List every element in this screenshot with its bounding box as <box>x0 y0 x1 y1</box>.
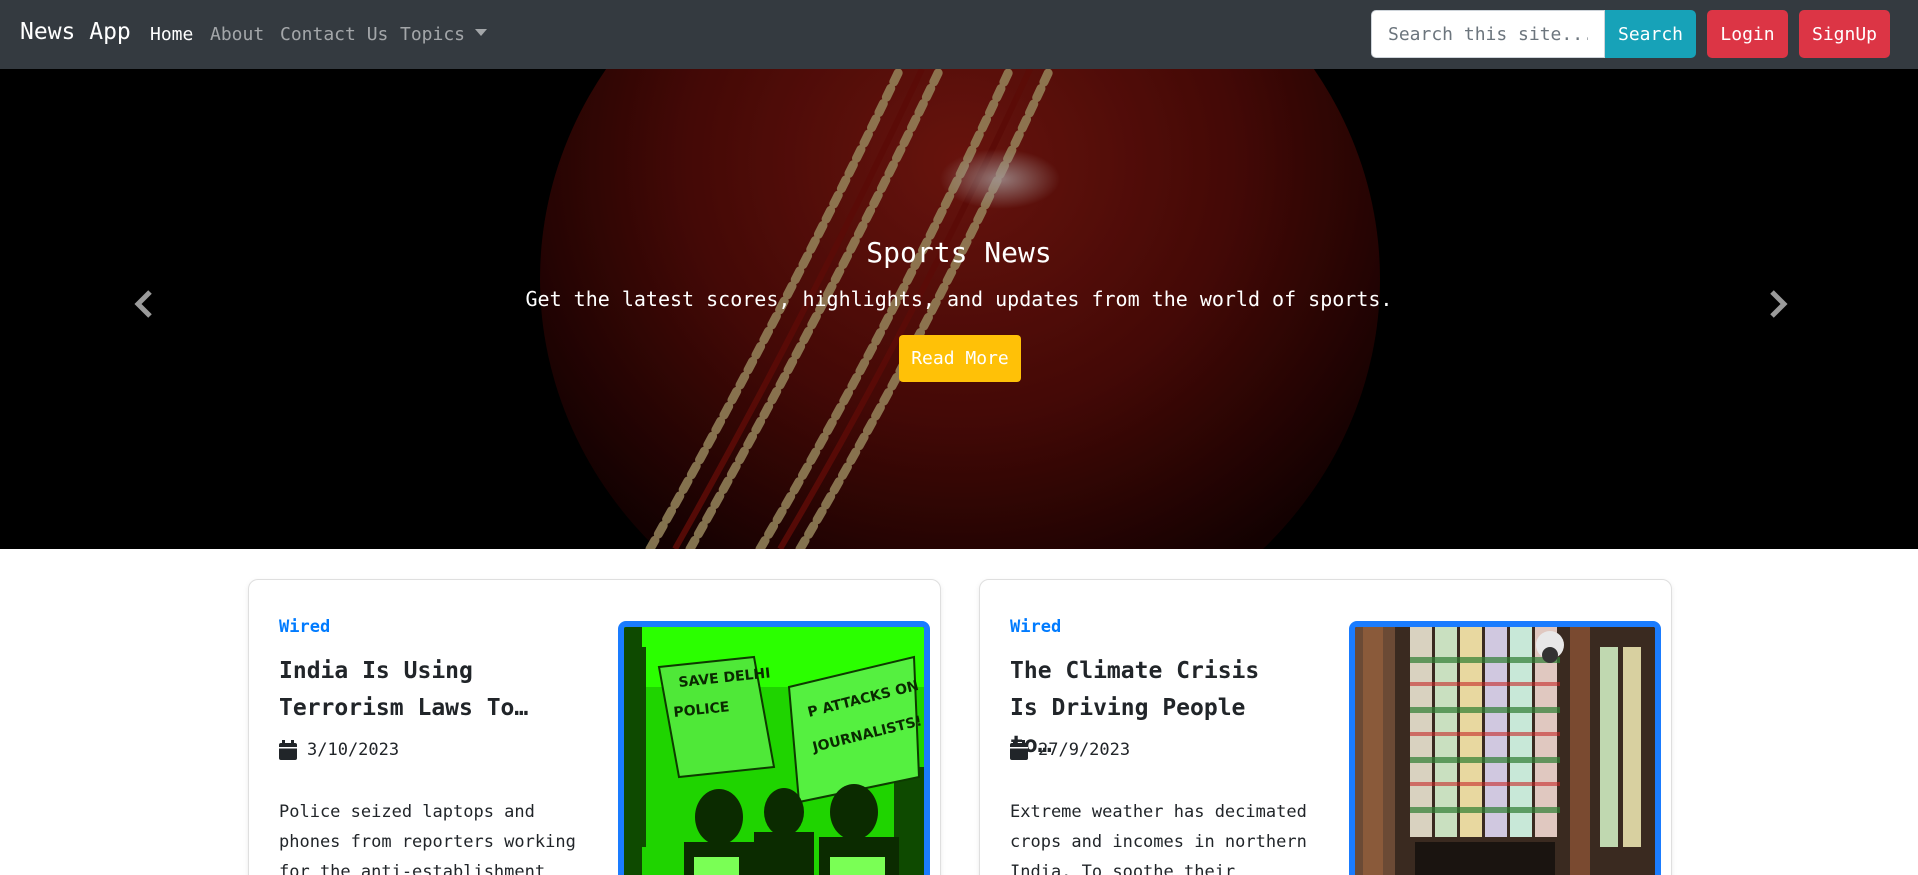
nav-link-home[interactable]: Home <box>150 24 193 45</box>
caret-down-icon <box>475 29 488 36</box>
login-button[interactable]: Login <box>1707 10 1788 58</box>
chevron-left-icon <box>134 290 152 318</box>
article-date: 27/9/2023 <box>1010 740 1130 760</box>
news-card: Wired India Is Using Terrorism Laws To… … <box>248 579 941 875</box>
article-date-text: 27/9/2023 <box>1038 740 1131 760</box>
nav-link-topics-label: Topics <box>400 24 466 45</box>
article-description: Police seized laptops and phones from re… <box>279 802 576 875</box>
news-card: Wired The Climate Crisis Is Driving Peop… <box>979 579 1672 875</box>
article-image[interactable] <box>1349 621 1661 875</box>
lottery-stall-image <box>1355 627 1655 875</box>
navbar: News App Home About Contact Us Topics Se… <box>0 0 1918 69</box>
brand-logo[interactable]: News App <box>20 19 131 45</box>
article-date-text: 3/10/2023 <box>307 740 400 760</box>
calendar-icon <box>279 740 297 760</box>
nav-dropdown-topics[interactable]: Topics <box>400 24 488 45</box>
search-button[interactable]: Search <box>1605 10 1696 58</box>
article-image[interactable]: SAVE DELHI POLICE P ATTACKS ON JOURNALIS… <box>618 621 930 875</box>
chevron-right-icon <box>1770 290 1788 318</box>
nav-link-about[interactable]: About <box>210 24 264 45</box>
article-source: Wired <box>279 617 331 637</box>
search-input[interactable] <box>1371 10 1605 58</box>
article-title[interactable]: India Is Using Terrorism Laws To… <box>279 653 569 727</box>
article-source: Wired <box>1010 617 1062 637</box>
nav-link-contact[interactable]: Contact Us <box>280 24 388 45</box>
hero-title: Sports News <box>866 236 1052 269</box>
signup-button[interactable]: SignUp <box>1799 10 1890 58</box>
carousel-next-button[interactable] <box>1758 284 1798 324</box>
carousel-prev-button[interactable] <box>124 284 164 324</box>
read-more-button[interactable]: Read More <box>899 335 1021 382</box>
hero-carousel: Sports News Get the latest scores, highl… <box>0 69 1918 549</box>
article-description: Extreme weather has decimated crops and … <box>1010 802 1307 875</box>
hero-subtitle: Get the latest scores, highlights, and u… <box>525 287 1393 311</box>
article-date: 3/10/2023 <box>279 740 399 760</box>
calendar-icon <box>1010 740 1028 760</box>
protest-image: SAVE DELHI POLICE P ATTACKS ON JOURNALIS… <box>624 627 924 875</box>
